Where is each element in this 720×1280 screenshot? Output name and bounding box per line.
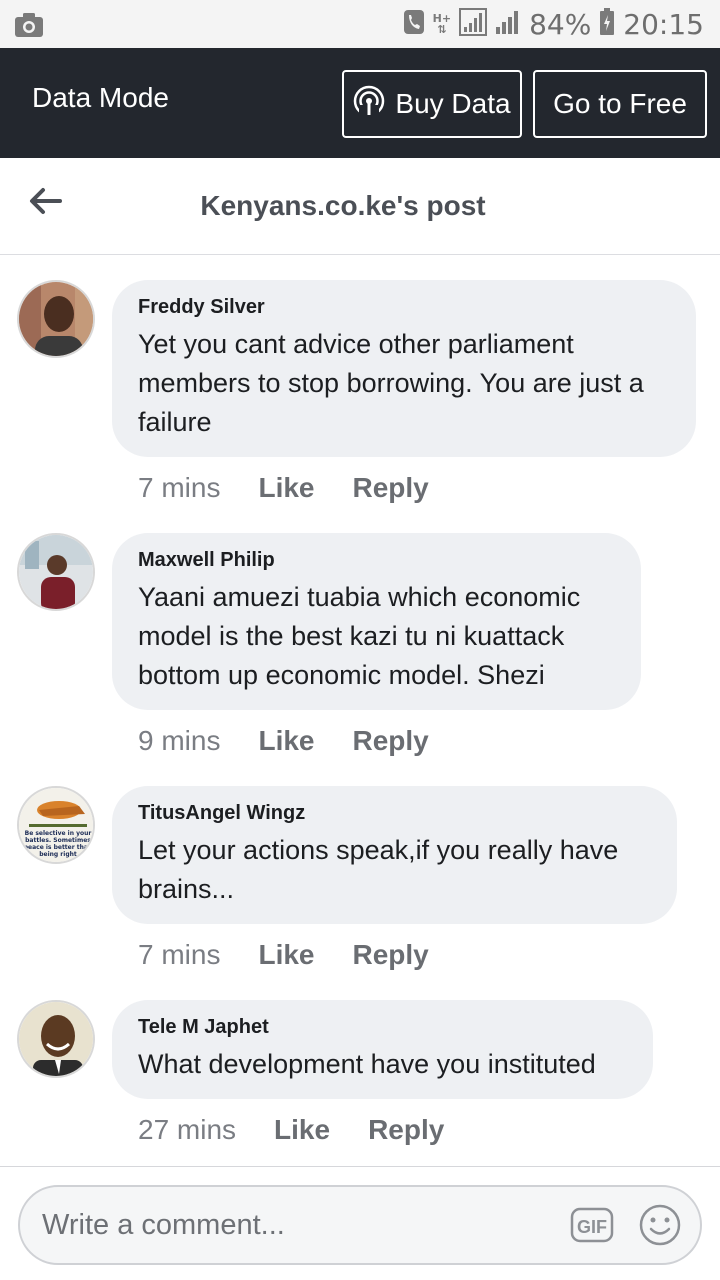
like-button[interactable]: Like xyxy=(258,939,314,971)
comment-bubble[interactable]: Maxwell Philip Yaani amuezi tuabia which… xyxy=(112,533,641,710)
status-bar: H+ ⇅ 84% 20:15 xyxy=(0,0,720,48)
comment-text: Yaani amuezi tuabia which economic model… xyxy=(138,582,581,690)
comment-text: Let your actions speak,if you really hav… xyxy=(138,835,619,904)
gif-icon[interactable]: GIF xyxy=(570,1205,614,1245)
signal-sim1-icon xyxy=(459,7,488,41)
post-header: Kenyans.co.ke's post xyxy=(0,158,720,255)
signal-sim2-icon xyxy=(495,9,521,40)
camera-icon xyxy=(14,12,44,43)
buy-data-button[interactable]: Buy Data xyxy=(342,70,522,138)
reply-button[interactable]: Reply xyxy=(368,1114,444,1146)
avatar[interactable]: Be selective in your battles. Sometimes … xyxy=(17,786,95,864)
avatar[interactable] xyxy=(17,280,95,358)
comment-actions: 7 mins Like Reply xyxy=(138,472,429,504)
battery-charging-icon xyxy=(599,7,615,41)
comment-actions: 9 mins Like Reply xyxy=(138,725,429,757)
comment-text: Yet you cant advice other parliament mem… xyxy=(138,329,644,437)
data-mode-label: Data Mode xyxy=(32,82,169,113)
avatar-caption: Be selective in your battles. Sometimes … xyxy=(23,830,93,858)
go-to-free-button[interactable]: Go to Free xyxy=(533,70,707,138)
comment-author[interactable]: Maxwell Philip xyxy=(138,549,615,572)
reply-button[interactable]: Reply xyxy=(353,725,429,757)
svg-text:GIF: GIF xyxy=(577,1217,607,1237)
comment-timestamp[interactable]: 27 mins xyxy=(138,1114,236,1146)
like-button[interactable]: Like xyxy=(274,1114,330,1146)
comment-actions: 27 mins Like Reply xyxy=(138,1114,444,1146)
comment-text: What development have you instituted xyxy=(138,1049,596,1079)
data-mode-banner: Data Mode Buy Data Go to Free xyxy=(0,48,720,158)
comment-composer: GIF xyxy=(0,1166,720,1280)
comment-author[interactable]: Freddy Silver xyxy=(138,296,670,319)
emoji-icon[interactable] xyxy=(638,1203,682,1247)
clock: 20:15 xyxy=(623,7,704,41)
phone-call-icon xyxy=(403,9,425,40)
reply-button[interactable]: Reply xyxy=(353,472,429,504)
comment-bubble[interactable]: TitusAngel Wingz Let your actions speak,… xyxy=(112,786,677,924)
comment-list: Freddy Silver Yet you cant advice other … xyxy=(0,256,720,1166)
reply-button[interactable]: Reply xyxy=(353,939,429,971)
comment-actions: 7 mins Like Reply xyxy=(138,939,429,971)
buy-data-label: Buy Data xyxy=(395,88,511,119)
battery-percent: 84% xyxy=(529,7,592,41)
like-button[interactable]: Like xyxy=(258,472,314,504)
like-button[interactable]: Like xyxy=(258,725,314,757)
comment-timestamp[interactable]: 9 mins xyxy=(138,725,220,757)
network-type-icon: H+ ⇅ xyxy=(432,12,452,36)
avatar[interactable] xyxy=(17,1000,95,1078)
avatar[interactable] xyxy=(17,533,95,611)
comment-bubble[interactable]: Tele M Japhet What development have you … xyxy=(112,1000,653,1099)
page-title: Kenyans.co.ke's post xyxy=(200,190,486,221)
comment-author[interactable]: Tele M Japhet xyxy=(138,1016,627,1039)
broadcast-icon xyxy=(353,85,385,124)
go-to-free-label: Go to Free xyxy=(553,88,687,119)
comment-timestamp[interactable]: 7 mins xyxy=(138,472,220,504)
comment-bubble[interactable]: Freddy Silver Yet you cant advice other … xyxy=(112,280,696,457)
comment-author[interactable]: TitusAngel Wingz xyxy=(138,802,651,825)
comment-timestamp[interactable]: 7 mins xyxy=(138,939,220,971)
